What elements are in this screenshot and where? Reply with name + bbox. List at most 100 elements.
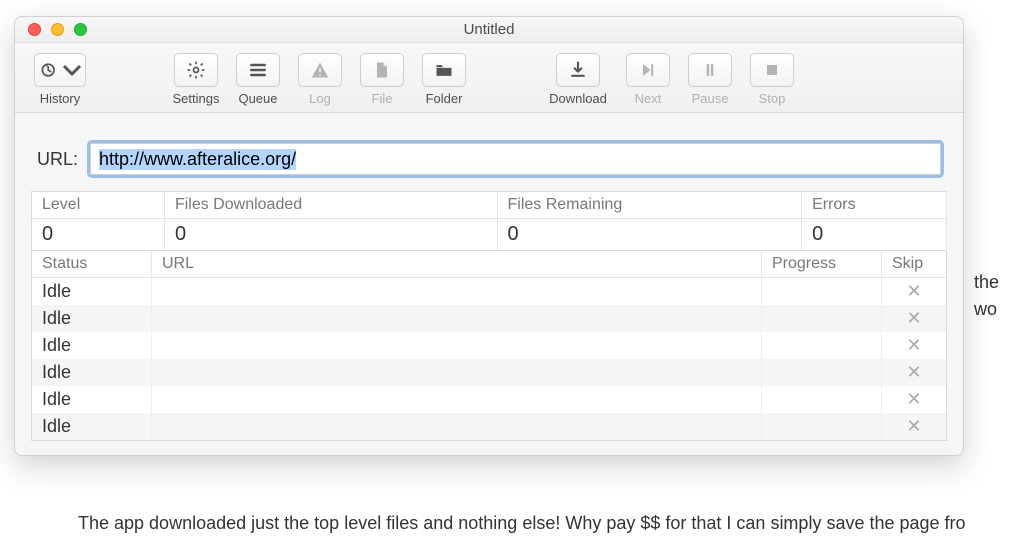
url-input[interactable] (90, 143, 941, 175)
queue-cell-skip: ✕ (882, 386, 946, 413)
log-button[interactable] (298, 53, 342, 87)
queue-cell-progress (762, 359, 882, 386)
background-text: the (974, 269, 999, 296)
background-text: The app downloaded just the top level fi… (78, 510, 966, 537)
queue-tool: Queue (227, 53, 289, 106)
settings-button[interactable] (174, 53, 218, 87)
queue-cell-status: Idle (32, 278, 152, 305)
next-button[interactable] (626, 53, 670, 87)
queue-label: Queue (238, 91, 277, 106)
pause-icon (700, 60, 720, 80)
queue-cell-progress (762, 386, 882, 413)
queue-row[interactable]: Idle ✕ (32, 332, 946, 359)
folder-icon (434, 60, 454, 80)
pause-button[interactable] (688, 53, 732, 87)
next-label: Next (635, 91, 662, 106)
download-button[interactable] (556, 53, 600, 87)
skip-icon[interactable]: ✕ (906, 308, 921, 328)
queue-cell-progress (762, 332, 882, 359)
pause-label: Pause (692, 91, 729, 106)
queue-cell-skip: ✕ (882, 413, 946, 440)
queue-button[interactable] (236, 53, 280, 87)
skip-icon[interactable]: ✕ (906, 335, 921, 355)
queue-cell-status: Idle (32, 359, 152, 386)
content-area: URL: Level Files Downloaded Files Remain… (15, 113, 963, 455)
queue-body: Idle✕Idle✕Idle✕Idle✕Idle✕Idle✕ (32, 278, 946, 440)
chevron-down-icon (62, 60, 82, 80)
queue-cell-status: Idle (32, 413, 152, 440)
log-tool: Log (289, 53, 351, 106)
warning-icon (310, 60, 330, 80)
download-tool: Download (539, 53, 617, 106)
next-icon (638, 60, 658, 80)
queue-header-skip[interactable]: Skip (882, 251, 946, 278)
stop-tool: Stop (741, 53, 803, 106)
queue-row[interactable]: Idle✕ (32, 305, 946, 332)
queue-cell-progress (762, 278, 882, 305)
folder-label: Folder (426, 91, 463, 106)
skip-icon[interactable]: ✕ (906, 281, 921, 301)
queue-cell-skip: ✕ (882, 332, 946, 359)
file-label: File (372, 91, 393, 106)
queue-header-row: Status URL Progress Skip (32, 251, 946, 278)
history-button[interactable] (34, 53, 86, 87)
file-tool: File (351, 53, 413, 106)
stop-icon (762, 60, 782, 80)
log-label: Log (309, 91, 331, 106)
queue-row[interactable]: Idle ✕ (32, 278, 946, 305)
queue-cell-progress (762, 413, 882, 440)
stats-header-files-remaining: Files Remaining (497, 192, 802, 219)
skip-icon[interactable]: ✕ (906, 416, 921, 436)
url-label: URL: (37, 149, 78, 170)
history-tool: History (29, 53, 91, 106)
queue-row[interactable]: Idle ✕ (32, 413, 946, 440)
stats-header-row: Level Files Downloaded Files Remaining E… (32, 192, 947, 219)
app-window: Untitled History Settings Queue (14, 16, 964, 456)
stats-value-row: 0 0 0 0 (32, 219, 947, 251)
queue-cell-progress (762, 305, 882, 332)
queue-header-url[interactable]: URL (152, 251, 762, 278)
queue-table: Status URL Progress Skip Idle ✕ Idle ✕ Idle ✕… (31, 251, 947, 441)
toolbar: History Settings Queue Log File (15, 43, 963, 113)
history-label: History (40, 91, 80, 106)
folder-button[interactable] (422, 53, 466, 87)
list-icon (248, 60, 268, 80)
queue-cell-skip: ✕ (882, 359, 946, 386)
queue-row[interactable]: Idle ✕ (32, 359, 946, 386)
window-title: Untitled (15, 21, 963, 38)
queue-header-status[interactable]: Status (32, 251, 152, 278)
queue-row[interactable]: Idle ✕ (32, 386, 946, 413)
stats-value-files-remaining: 0 (497, 219, 802, 251)
skip-icon[interactable]: ✕ (906, 362, 921, 382)
stop-button[interactable] (750, 53, 794, 87)
stats-value-files-downloaded: 0 (164, 219, 497, 251)
stop-label: Stop (759, 91, 786, 106)
titlebar[interactable]: Untitled (15, 17, 963, 43)
skip-icon[interactable]: ✕ (906, 389, 921, 409)
queue-cell-url (152, 332, 762, 359)
pause-tool: Pause (679, 53, 741, 106)
next-tool: Next (617, 53, 679, 106)
stats-header-errors: Errors (802, 192, 947, 219)
stats-header-files-downloaded: Files Downloaded (164, 192, 497, 219)
queue-cell-url (152, 278, 762, 305)
queue-cell-skip: ✕ (882, 278, 946, 305)
queue-header-progress[interactable]: Progress (762, 251, 882, 278)
download-label: Download (549, 91, 607, 106)
settings-label: Settings (173, 91, 220, 106)
stats-header-level: Level (32, 192, 165, 219)
queue-cell-skip: ✕ (882, 305, 946, 332)
queue-cell-url (152, 359, 762, 386)
queue-cell-url (152, 305, 762, 332)
settings-tool: Settings (165, 53, 227, 106)
file-icon (372, 60, 392, 80)
queue-cell-url (152, 386, 762, 413)
download-icon (568, 60, 588, 80)
folder-tool: Folder (413, 53, 475, 106)
queue-cell-status: Idle (32, 332, 152, 359)
url-row: URL: (37, 143, 941, 175)
history-icon (39, 60, 59, 80)
file-button[interactable] (360, 53, 404, 87)
stats-value-level: 0 (32, 219, 165, 251)
queue-cell-status: Idle (32, 386, 152, 413)
